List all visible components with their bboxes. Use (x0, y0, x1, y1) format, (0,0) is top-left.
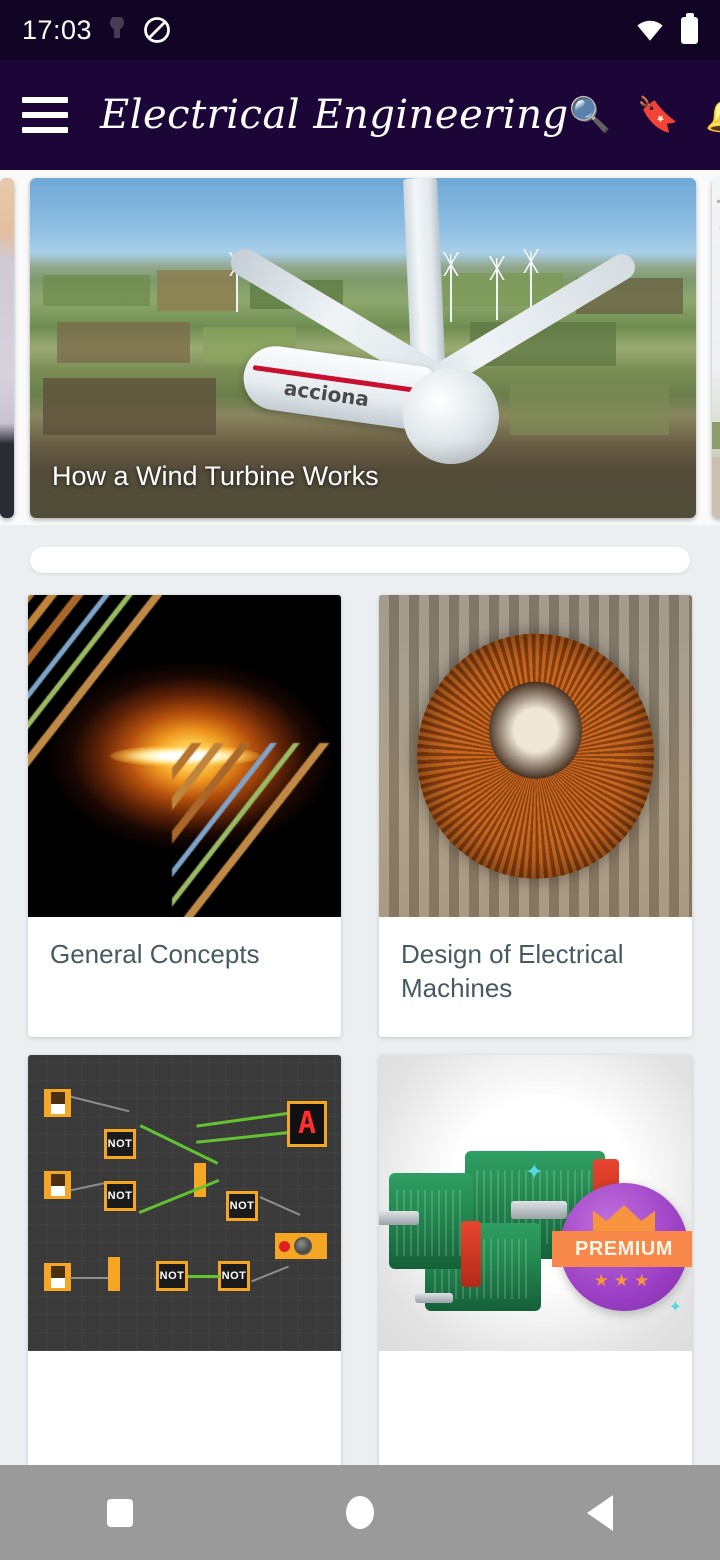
faded-notification-icon (106, 17, 129, 43)
premium-badge: PREMIUM ★★★ (552, 1183, 692, 1311)
android-nav-bar (0, 1465, 720, 1560)
not-gate: NOT (156, 1261, 188, 1291)
app-bar-actions: 🔍 🔖 🔔 (569, 98, 720, 132)
not-gate: NOT (104, 1181, 136, 1211)
carousel-slide-caption: How a Wind Turbine Works (30, 439, 696, 518)
page-title: Electrical Engineering (100, 92, 569, 138)
electric-arc (109, 745, 260, 767)
app-bar: Electrical Engineering 🔍 🔖 🔔 (0, 60, 720, 170)
not-gate: NOT (104, 1129, 136, 1159)
category-grid: General Concepts Design of Electrical Ma… (0, 573, 720, 1465)
category-card[interactable]: Design of Electrical Machines (379, 595, 692, 1037)
bookmark-icon[interactable]: 🔖 (637, 98, 679, 132)
power-lines-photo (712, 178, 720, 518)
stars-icon: ★★★ (593, 1271, 655, 1290)
category-card[interactable]: ✦ ✦ PREMIUM ★★★ (379, 1055, 692, 1465)
premium-badge-label: PREMIUM (552, 1231, 692, 1267)
battery-icon (681, 16, 698, 44)
logic-simulator-photo: NOT NOT NOT NOT NOT A (28, 1055, 341, 1351)
motor-stator-photo (379, 595, 692, 917)
input-switch (44, 1089, 71, 1117)
junction-bar (194, 1163, 206, 1197)
seven-segment-display: A (287, 1101, 327, 1147)
carousel-slide-previous[interactable] (0, 178, 14, 518)
green-motors-photo: ✦ ✦ PREMIUM ★★★ (379, 1055, 692, 1351)
sparkle-icon: ✦ (525, 1159, 544, 1184)
stator-center-wires (488, 681, 583, 779)
status-bar-clock: 17:03 (22, 14, 93, 45)
crown-icon (593, 1205, 655, 1231)
recents-button[interactable] (106, 1498, 133, 1527)
status-bar-left-icons (106, 15, 172, 45)
ad-banner-slot[interactable] (30, 547, 690, 573)
distant-turbine (438, 252, 463, 323)
card-title (379, 1351, 692, 1465)
back-button[interactable] (587, 1494, 614, 1531)
search-icon[interactable]: 🔍 (569, 98, 611, 132)
card-image (28, 595, 341, 917)
home-button[interactable] (345, 1496, 374, 1529)
copper-cables-spark-photo (28, 595, 341, 917)
not-gate: NOT (226, 1191, 258, 1221)
carousel-slide-active[interactable]: acciona How a Wind Turbine Works (30, 178, 696, 518)
card-title: General Concepts (50, 939, 260, 969)
distant-turbine (485, 255, 510, 320)
input-switch (44, 1263, 71, 1291)
carousel-slide-next[interactable] (712, 178, 720, 518)
card-image: NOT NOT NOT NOT NOT A (28, 1055, 341, 1351)
dnd-icon (144, 17, 170, 43)
carousel-track[interactable]: acciona How a Wind Turbine Works (0, 178, 720, 518)
sparkle-icon: ✦ (668, 1299, 682, 1316)
card-image: ✦ ✦ PREMIUM ★★★ (379, 1055, 692, 1351)
junction-bar (108, 1257, 120, 1291)
notifications-icon[interactable]: 🔔 (705, 98, 720, 132)
category-card[interactable]: General Concepts (28, 595, 341, 1037)
featured-carousel[interactable]: acciona How a Wind Turbine Works (0, 170, 720, 525)
person-photo (0, 178, 14, 518)
hamburger-menu-icon[interactable] (22, 97, 68, 133)
wifi-icon (637, 20, 663, 41)
output-lamp (275, 1233, 327, 1259)
status-bar-right-icons (635, 16, 698, 44)
not-gate: NOT (218, 1261, 250, 1291)
input-switch (44, 1171, 71, 1199)
status-bar: 17:03 (0, 0, 720, 60)
card-image (379, 595, 692, 917)
card-title: Design of Electrical Machines (401, 939, 624, 1004)
content-area: General Concepts Design of Electrical Ma… (0, 525, 720, 1465)
card-title (28, 1351, 341, 1465)
category-card[interactable]: NOT NOT NOT NOT NOT A (28, 1055, 341, 1465)
